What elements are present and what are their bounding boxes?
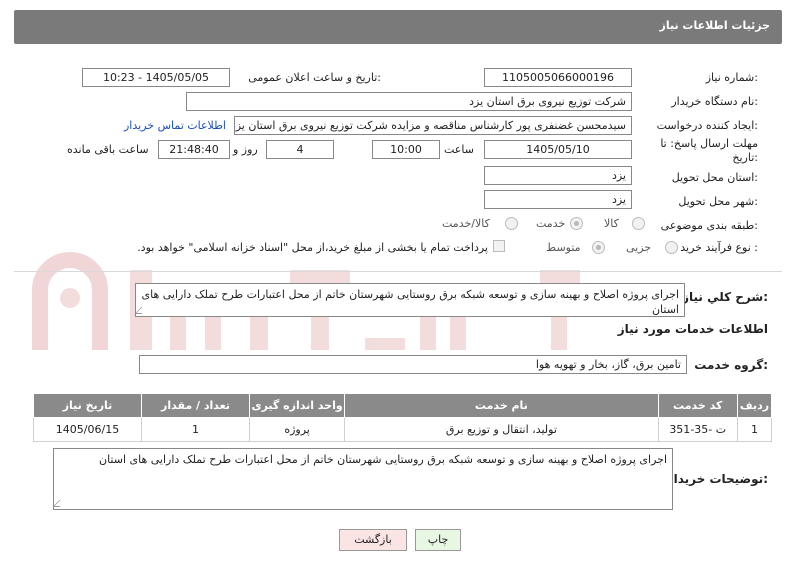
treasury-payment-checkbox[interactable]	[493, 240, 505, 252]
process-medium-radio[interactable]	[592, 241, 605, 254]
col-need-date: تاریخ نیاز	[32, 393, 143, 418]
print-button[interactable]: چاپ	[415, 529, 461, 551]
province-label: استان محل تحویل:	[671, 171, 758, 184]
category-goods-service-radio[interactable]	[505, 217, 518, 230]
table-row[interactable]: 1 ت -35-351 تولید، انتقال و توزیع برق پر…	[32, 417, 773, 442]
buyer-notes-label: توضیحات خریدار:	[666, 472, 768, 486]
category-label: طبقه بندی موضوعی:	[660, 219, 758, 232]
page-title: جزئیات اطلاعات نیاز	[659, 19, 771, 32]
remaining-time-label: ساعت باقی مانده	[67, 143, 149, 156]
category-goods-label: کالا	[604, 217, 619, 230]
days-remaining-field[interactable]: 4	[266, 140, 334, 159]
cell-row-number: 1	[736, 417, 773, 442]
process-medium-label: متوسط	[546, 241, 581, 254]
process-minor-label: جزیی	[626, 241, 652, 254]
creator-label: ایجاد کننده درخواست:	[656, 119, 758, 132]
cell-quantity: 1	[141, 417, 250, 442]
panel-header: جزئیات اطلاعات نیاز	[14, 10, 782, 44]
col-row-number: ردیف	[736, 393, 773, 418]
deadline-date-label: تاریخ:	[732, 151, 758, 164]
cell-service-name: تولید، انتقال و توزیع برق	[344, 417, 659, 442]
summary-label: شرح كلي نياز:	[682, 290, 768, 304]
announce-date-label: تاریخ و ساعت اعلان عمومی:	[248, 71, 381, 84]
deadline-time-label: ساعت	[444, 143, 474, 156]
resize-grip-icon[interactable]	[54, 500, 67, 507]
remaining-time-field[interactable]: 21:48:40	[158, 140, 230, 159]
days-label: روز و	[233, 143, 258, 156]
process-minor-radio[interactable]	[665, 241, 678, 254]
category-goods-radio[interactable]	[632, 217, 645, 230]
col-unit: واحد اندازه گیری	[248, 393, 346, 418]
services-section-title: اطلاعات خدمات مورد نیاز	[617, 322, 768, 336]
category-goods-service-label: کالا/خدمت	[442, 217, 490, 230]
service-group-label: گروه خدمت:	[694, 358, 768, 372]
summary-textarea[interactable]: اجرای پروژه اصلاح و بهینه سازی و توسعه ش…	[135, 283, 685, 317]
city-field[interactable]: یزد	[484, 190, 632, 209]
table-header-row: ردیف کد خدمت نام خدمت واحد اندازه گیری ت…	[32, 393, 773, 418]
resize-grip-icon[interactable]	[136, 307, 149, 314]
treasury-payment-note: پرداخت تمام یا بخشی از مبلغ خرید،از محل …	[137, 241, 488, 254]
buyer-org-label: نام دستگاه خریدار:	[671, 95, 758, 108]
deadline-label: مهلت ارسال پاسخ: تا	[660, 137, 758, 150]
need-number-field[interactable]: 1105005066000196	[484, 68, 632, 87]
section-divider	[14, 271, 782, 272]
services-table: ردیف کد خدمت نام خدمت واحد اندازه گیری ت…	[32, 393, 773, 442]
announce-date-field[interactable]: 1405/05/05 - 10:23	[82, 68, 230, 87]
deadline-date-field[interactable]: 1405/05/10	[484, 140, 632, 159]
back-button[interactable]: بازگشت	[339, 529, 407, 551]
summary-text: اجرای پروژه اصلاح و بهینه سازی و توسعه ش…	[141, 288, 680, 316]
buyer-notes-text: اجرای پروژه اصلاح و بهینه سازی و توسعه ش…	[98, 453, 667, 466]
need-number-label: شماره نیاز:	[705, 71, 758, 84]
contact-info-link[interactable]: اطلاعات تماس خریدار	[124, 119, 226, 132]
province-field[interactable]: یزد	[484, 166, 632, 185]
col-quantity: تعداد / مقدار	[141, 393, 250, 418]
deadline-time-field[interactable]: 10:00	[372, 140, 440, 159]
cell-service-code: ت -35-351	[657, 417, 738, 442]
col-service-name: نام خدمت	[344, 393, 659, 418]
cell-need-date: 1405/06/15	[32, 417, 143, 442]
buyer-org-field[interactable]: شرکت توزیع نیروی برق استان یزد	[186, 92, 632, 111]
col-service-code: کد خدمت	[657, 393, 738, 418]
buyer-notes-textarea[interactable]: اجرای پروژه اصلاح و بهینه سازی و توسعه ش…	[53, 448, 673, 510]
city-label: شهر محل تحویل:	[678, 195, 758, 208]
service-group-field[interactable]: تامین برق، گاز، بخار و تهویه هوا	[139, 355, 687, 374]
creator-field[interactable]: سیدمحسن غضنفری پور کارشناس مناقصه و مزای…	[234, 116, 632, 135]
process-type-label: نوع فرآیند خرید :	[680, 241, 758, 254]
category-service-label: خدمت	[536, 217, 566, 230]
category-service-radio[interactable]	[570, 217, 583, 230]
cell-unit: پروژه	[248, 417, 346, 442]
